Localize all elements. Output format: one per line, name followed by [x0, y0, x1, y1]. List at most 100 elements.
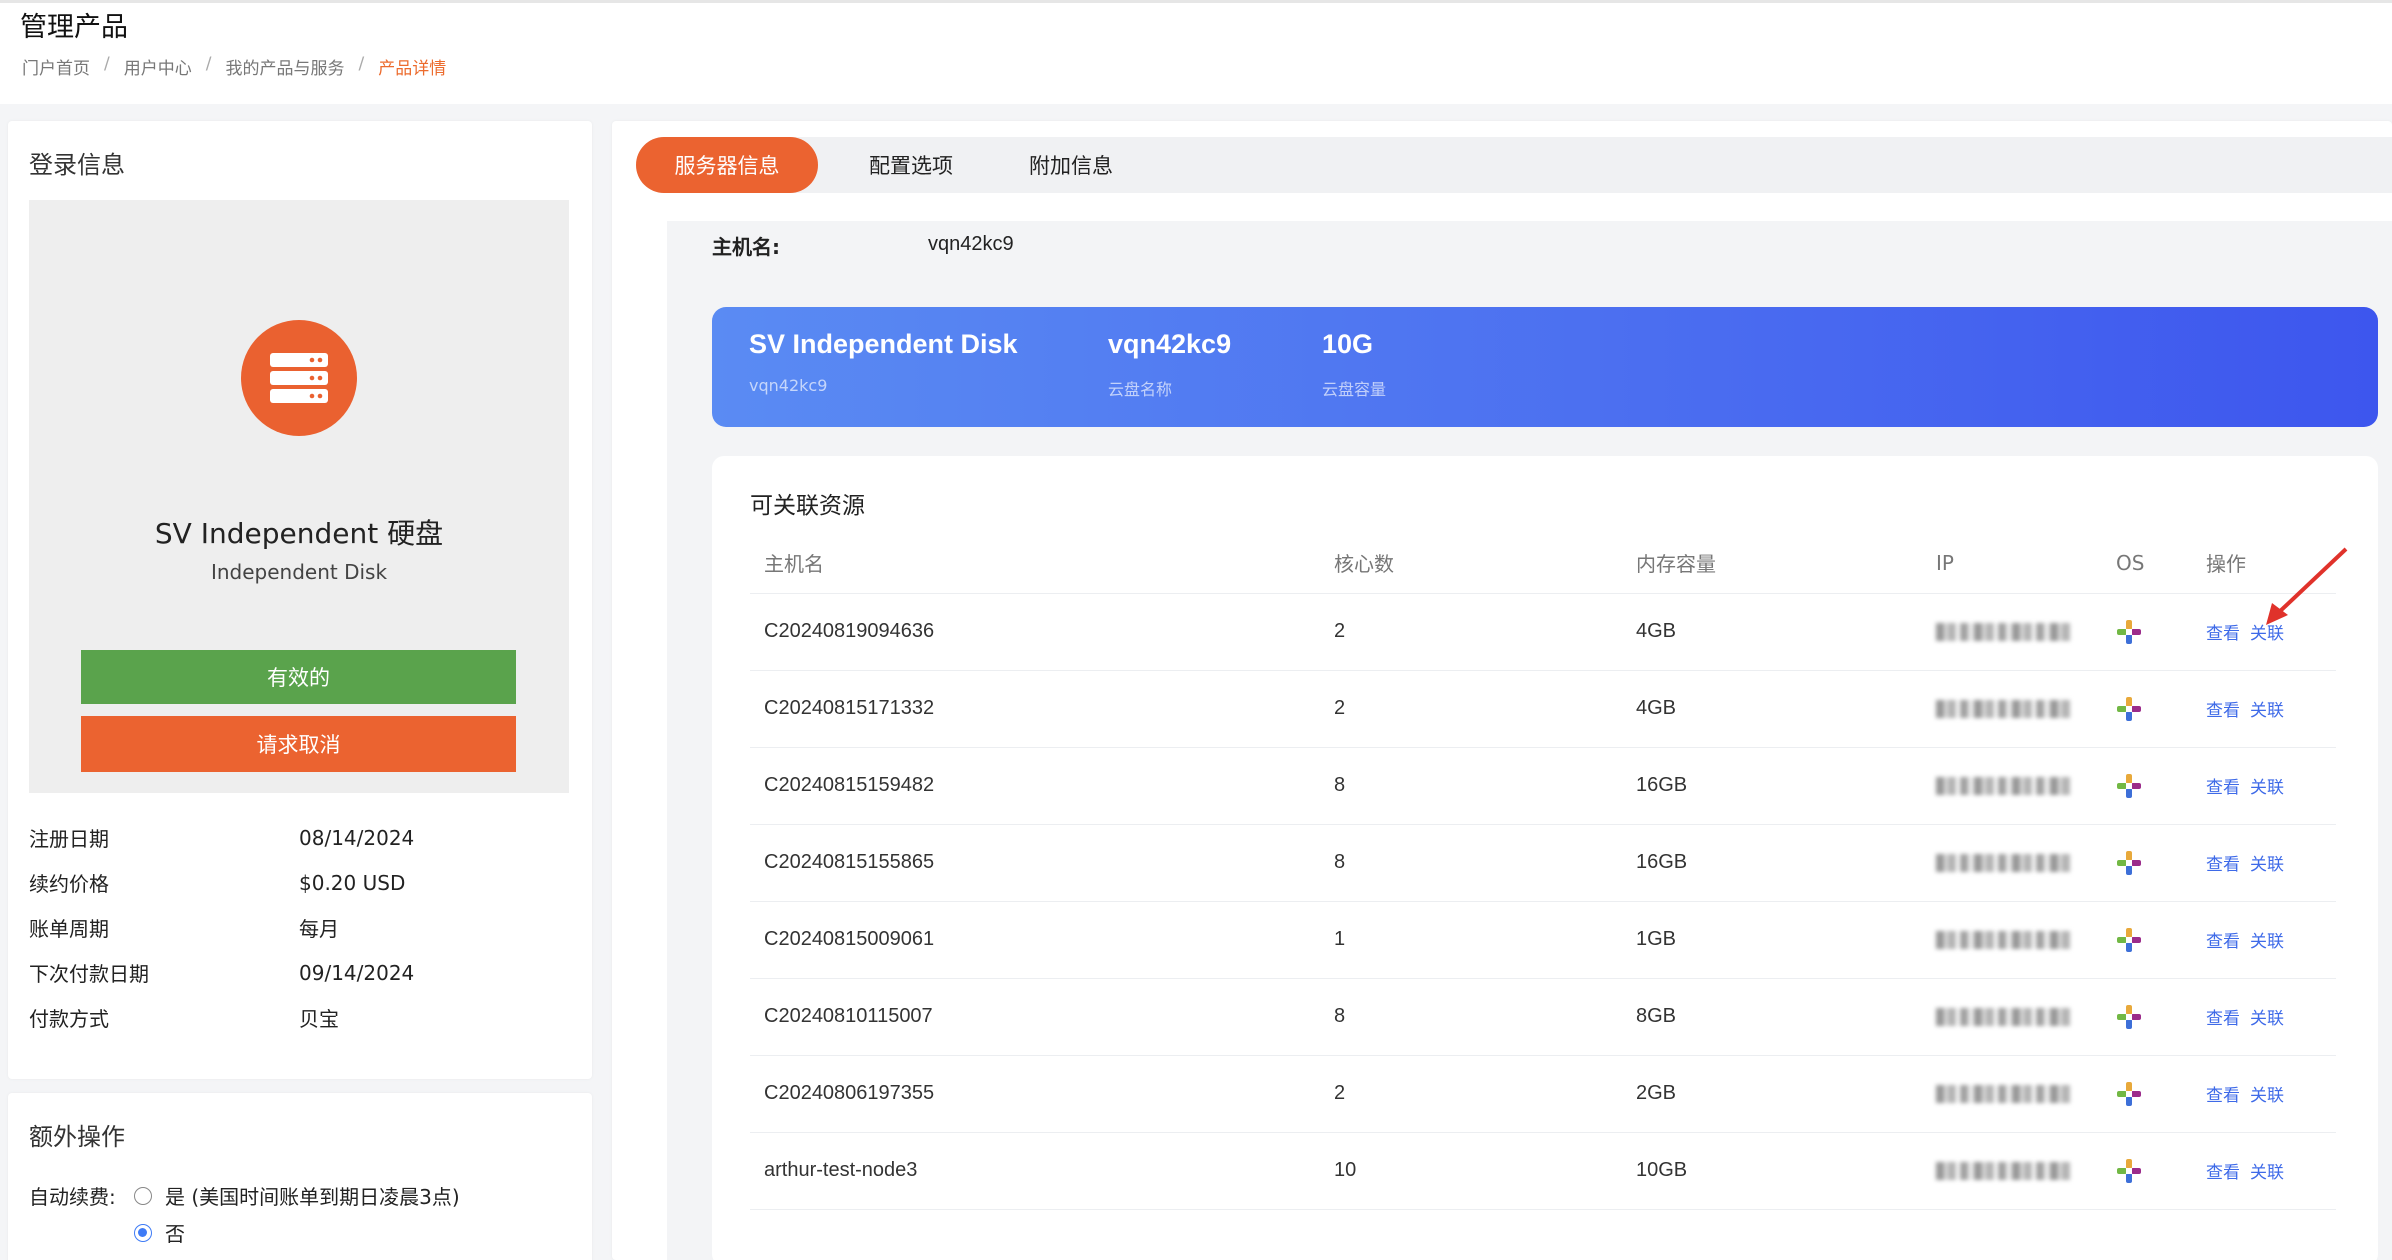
- ip-redacted: [1936, 699, 2074, 718]
- row-os: [2102, 1055, 2192, 1133]
- row-actions: 查看 关联: [2192, 1055, 2336, 1133]
- tab-config-options[interactable]: 配置选项: [836, 137, 986, 193]
- view-link[interactable]: 查看: [2206, 932, 2240, 952]
- breadcrumb: 门户首页 / 用户中心 / 我的产品与服务 / 产品详情: [22, 54, 447, 79]
- info-row-payment-method: 付款方式 贝宝: [29, 1007, 339, 1031]
- view-link[interactable]: 查看: [2206, 624, 2240, 644]
- login-info-card: 登录信息 SV Independent 硬盘 Independent Disk …: [8, 121, 592, 1079]
- table-row: C20240810115007 8 8GB 查看 关联: [750, 978, 2336, 1056]
- tab-server-info[interactable]: 服务器信息: [636, 137, 818, 193]
- row-ip: [1922, 670, 2102, 748]
- table-row: C20240806197355 2 2GB 查看 关联: [750, 1055, 2336, 1133]
- link-resource-link[interactable]: 关联: [2250, 1086, 2284, 1106]
- radio-yes[interactable]: [134, 1186, 152, 1205]
- disk-product-name: SV Independent Disk: [749, 329, 1018, 359]
- view-link[interactable]: 查看: [2206, 778, 2240, 798]
- hostname-label: 主机名:: [712, 235, 780, 259]
- page-header: 管理产品 门户首页 / 用户中心 / 我的产品与服务 / 产品详情: [0, 0, 2392, 104]
- row-os: [2102, 747, 2192, 825]
- col-hostname: 主机名: [750, 533, 1320, 594]
- row-os: [2102, 593, 2192, 671]
- row-cores: 8: [1320, 747, 1622, 825]
- view-link[interactable]: 查看: [2206, 855, 2240, 875]
- view-link[interactable]: 查看: [2206, 1009, 2240, 1029]
- link-resource-link[interactable]: 关联: [2250, 1009, 2284, 1029]
- col-cores: 核心数: [1320, 533, 1622, 594]
- os-icon: [2117, 619, 2141, 644]
- link-resource-link[interactable]: 关联: [2250, 932, 2284, 952]
- auto-renew-no-option[interactable]: 否: [134, 1218, 185, 1247]
- link-resource-link[interactable]: 关联: [2250, 855, 2284, 875]
- col-os: OS: [2102, 533, 2192, 594]
- os-icon: [2117, 1081, 2141, 1106]
- request-cancel-button[interactable]: 请求取消: [81, 716, 516, 772]
- extra-operations-card: 额外操作 自动续费: 是 (美国时间账单到期日凌晨3点) 否: [8, 1093, 592, 1260]
- table-row: C20240819094636 2 4GB 查看 关联: [750, 593, 2336, 671]
- row-hostname: arthur-test-node3: [750, 1132, 1320, 1210]
- table-row: C20240815155865 8 16GB 查看 关联: [750, 824, 2336, 902]
- ip-redacted: [1936, 776, 2074, 795]
- row-hostname: C20240819094636: [750, 593, 1320, 671]
- ip-redacted: [1936, 622, 2074, 641]
- auto-renew-yes-option[interactable]: 是 (美国时间账单到期日凌晨3点): [134, 1181, 460, 1210]
- auto-renew-label: 自动续费:: [29, 1185, 116, 1209]
- resources-table: 主机名 核心数 内存容量 IP OS 操作 C20240819094636 2 4G…: [750, 533, 2336, 1210]
- breadcrumb-my-products[interactable]: 我的产品与服务: [225, 54, 344, 79]
- link-resource-link[interactable]: 关联: [2250, 701, 2284, 721]
- row-hostname: C20240810115007: [750, 978, 1320, 1056]
- link-resource-link[interactable]: 关联: [2250, 778, 2284, 798]
- view-link[interactable]: 查看: [2206, 701, 2240, 721]
- row-hostname: C20240815159482: [750, 747, 1320, 825]
- tab-bar: 服务器信息 配置选项 附加信息: [636, 137, 2392, 193]
- link-resource-link[interactable]: 关联: [2250, 624, 2284, 644]
- disk-capacity-label: 云盘容量: [1322, 380, 1387, 399]
- row-hostname: C20240815155865: [750, 824, 1320, 902]
- row-os: [2102, 978, 2192, 1056]
- row-cores: 2: [1320, 1055, 1622, 1133]
- row-memory: 16GB: [1622, 747, 1922, 825]
- linkable-resources-card: 可关联资源 主机名 核心数 内存容量 IP OS 操作 C20240819094…: [712, 456, 2378, 1260]
- table-row: C20240815171332 2 4GB 查看 关联: [750, 670, 2336, 748]
- breadcrumb-product-detail: 产品详情: [378, 59, 447, 79]
- row-cores: 2: [1320, 670, 1622, 748]
- col-memory: 内存容量: [1622, 533, 1922, 594]
- product-box: SV Independent 硬盘 Independent Disk 有效的 请…: [29, 200, 569, 793]
- row-ip: [1922, 901, 2102, 979]
- view-link[interactable]: 查看: [2206, 1163, 2240, 1183]
- view-link[interactable]: 查看: [2206, 1086, 2240, 1106]
- info-row-billing-cycle: 账单周期 每月: [29, 917, 339, 941]
- info-row-next-payment: 下次付款日期 09/14/2024: [29, 960, 415, 987]
- os-icon: [2117, 927, 2141, 952]
- os-icon: [2117, 1158, 2141, 1183]
- link-resource-link[interactable]: 关联: [2250, 1163, 2284, 1183]
- info-row-register-date: 注册日期 08/14/2024: [29, 825, 415, 852]
- row-hostname: C20240806197355: [750, 1055, 1320, 1133]
- row-os: [2102, 670, 2192, 748]
- breadcrumb-user-center[interactable]: 用户中心: [124, 54, 192, 79]
- row-ip: [1922, 978, 2102, 1056]
- breadcrumb-home[interactable]: 门户首页: [22, 54, 90, 79]
- ip-redacted: [1936, 1084, 2074, 1103]
- disk-capacity-value: 10G: [1322, 329, 1374, 359]
- row-memory: 2GB: [1622, 1055, 1922, 1133]
- table-header-row: 主机名 核心数 内存容量 IP OS 操作: [750, 533, 2336, 594]
- row-os: [2102, 1132, 2192, 1210]
- row-cores: 10: [1320, 1132, 1622, 1210]
- info-row-renew-price: 续约价格 $0.20 USD: [29, 870, 406, 897]
- row-ip: [1922, 824, 2102, 902]
- row-hostname: C20240815171332: [750, 670, 1320, 748]
- server-detail-card: 服务器信息 配置选项 附加信息 主机名: vqn42kc9 SV Indepen…: [612, 121, 2392, 1260]
- col-ip: IP: [1922, 533, 2102, 594]
- radio-no[interactable]: [134, 1223, 152, 1242]
- row-actions: 查看 关联: [2192, 1132, 2336, 1210]
- ip-redacted: [1936, 853, 2074, 872]
- row-actions: 查看 关联: [2192, 670, 2336, 748]
- disk-banner: SV Independent Disk vqn42kc9 vqn42kc9 云盘…: [712, 307, 2378, 427]
- os-icon: [2117, 1004, 2141, 1029]
- disk-product-subname: vqn42kc9: [749, 376, 828, 395]
- row-cores: 8: [1320, 978, 1622, 1056]
- tab-additional-info[interactable]: 附加信息: [996, 137, 1146, 193]
- table-row: C20240815159482 8 16GB 查看 关联: [750, 747, 2336, 825]
- product-subtitle: Independent Disk: [210, 560, 388, 584]
- status-badge: 有效的: [81, 650, 516, 704]
